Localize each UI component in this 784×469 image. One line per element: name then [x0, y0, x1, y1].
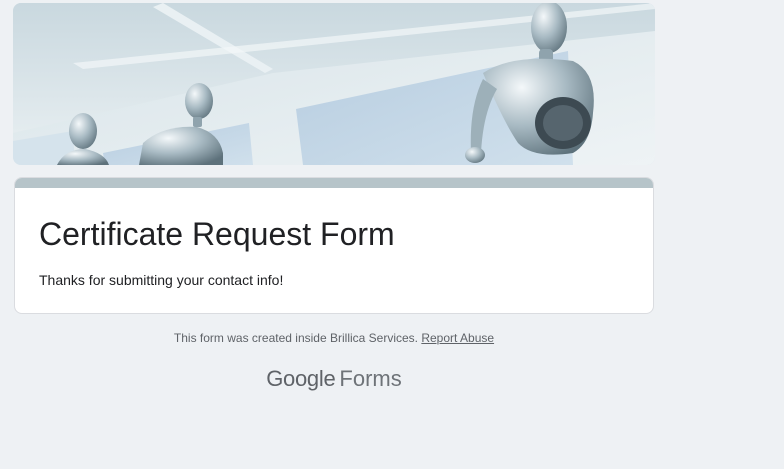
header-banner-image [13, 3, 655, 165]
form-title: Certificate Request Form [39, 216, 395, 252]
page: Certificate Request Form Thanks for subm… [0, 0, 784, 469]
footer-note-text: This form was created inside Brillica Se… [173, 331, 422, 345]
forms-wordmark: Forms [339, 366, 402, 391]
google-wordmark: Google [266, 366, 336, 391]
form-header-card: Certificate Request Form Thanks for subm… [14, 177, 654, 314]
google-forms-logo[interactable]: Google Forms [0, 364, 668, 394]
report-abuse-link[interactable]: Report Abuse [421, 331, 494, 345]
card-accent-bar [15, 178, 653, 188]
footer-note: This form was created inside Brillica Se… [0, 330, 668, 346]
confirmation-message: Thanks for submitting your contact info! [39, 272, 284, 288]
